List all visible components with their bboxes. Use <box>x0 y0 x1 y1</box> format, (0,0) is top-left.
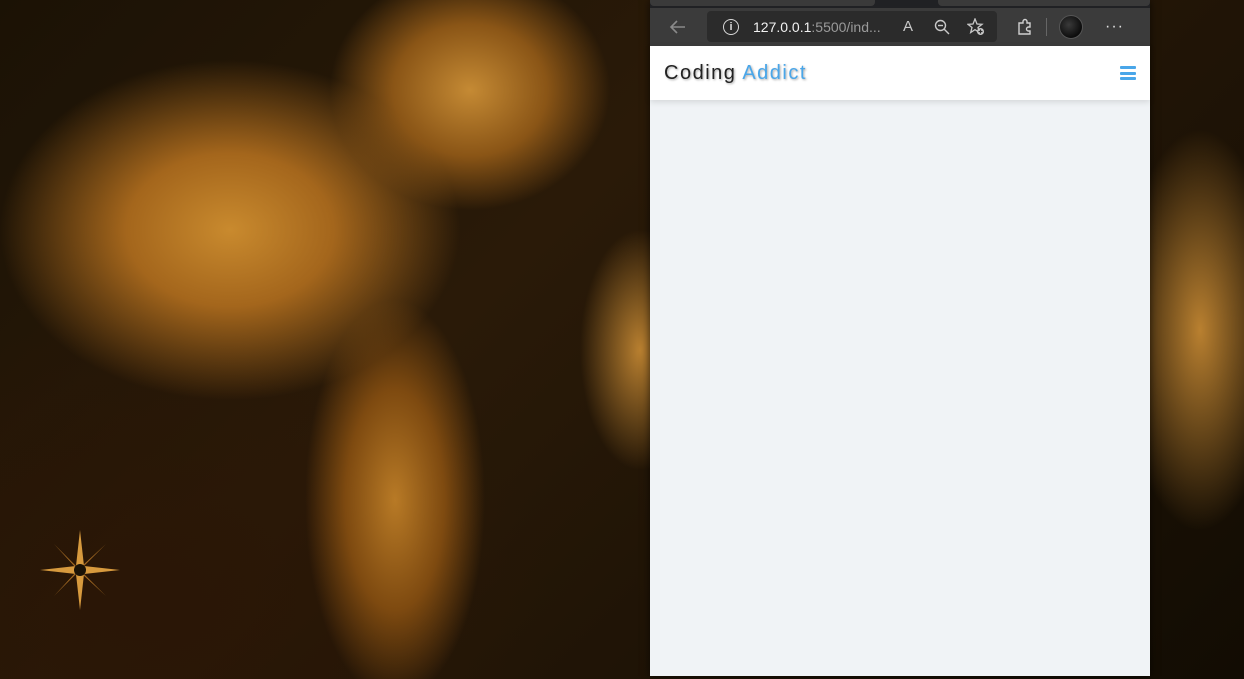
tab-strip <box>650 0 1150 8</box>
hamburger-bar <box>1120 66 1136 69</box>
url-path: :5500/ind... <box>811 18 881 35</box>
browser-toolbar: i 127.0.0.1:5500/ind... A ··· <box>650 8 1150 46</box>
url-host: 127.0.0.1 <box>753 18 812 35</box>
logo-word-addict: Addict <box>742 61 807 84</box>
compass-rose-decoration <box>40 530 120 610</box>
logo-word-coding: Coding <box>664 61 737 84</box>
arrow-left-icon <box>669 20 685 34</box>
url-text[interactable]: 127.0.0.1:5500/ind... <box>753 19 881 35</box>
hamburger-bar <box>1120 71 1136 75</box>
browser-window: i 127.0.0.1:5500/ind... A ··· Coding Add… <box>650 0 1150 676</box>
read-aloud-icon: A <box>902 18 913 35</box>
hamburger-menu-icon[interactable] <box>1120 66 1136 80</box>
address-bar[interactable]: i 127.0.0.1:5500/ind... A <box>707 11 997 42</box>
back-button[interactable] <box>663 12 693 42</box>
puzzle-icon <box>1018 18 1031 35</box>
tab[interactable] <box>650 0 875 6</box>
add-favorite-icon <box>967 17 984 35</box>
desktop-wallpaper: i 127.0.0.1:5500/ind... A ··· Coding Add… <box>0 0 1244 679</box>
tab[interactable] <box>938 0 1150 6</box>
read-aloud-button[interactable]: A <box>893 12 923 42</box>
page-content-area <box>650 100 1150 676</box>
info-icon[interactable]: i <box>723 18 739 35</box>
site-navbar: Coding Addict <box>650 46 1150 100</box>
avatar[interactable] <box>1059 15 1083 39</box>
site-logo[interactable]: Coding Addict <box>664 62 807 85</box>
hamburger-bar <box>1120 77 1136 80</box>
extensions-button[interactable] <box>1010 12 1040 42</box>
add-favorite-button[interactable] <box>961 12 991 42</box>
toolbar-divider <box>1046 18 1047 36</box>
zoom-out-icon <box>934 19 950 34</box>
zoom-button[interactable] <box>927 12 957 42</box>
more-icon[interactable]: ··· <box>1105 18 1124 36</box>
